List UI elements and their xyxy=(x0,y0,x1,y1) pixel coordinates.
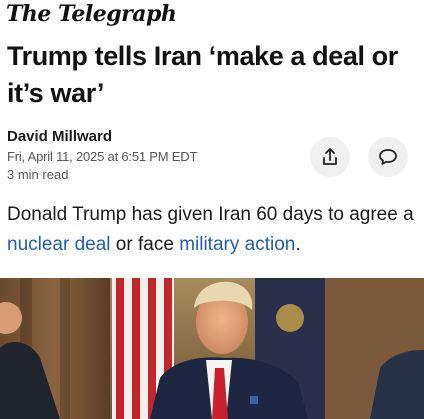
masthead-logo[interactable]: The Telegraph xyxy=(6,0,177,32)
nuclear-deal-link[interactable]: nuclear deal xyxy=(7,234,111,255)
comment-icon xyxy=(379,149,397,165)
summary-text-2: or face xyxy=(110,234,180,255)
hero-photo[interactable] xyxy=(0,278,424,419)
photo-image xyxy=(0,278,424,419)
summary-text-1: Donald Trump has given Iran 60 days to a… xyxy=(7,204,414,225)
military-action-link[interactable]: military action xyxy=(179,234,295,255)
comment-button[interactable] xyxy=(368,137,408,177)
summary-text-3: . xyxy=(295,234,301,255)
author-name[interactable]: David Millward xyxy=(7,128,112,145)
article-date: Fri, April 11, 2025 at 6:51 PM EDT xyxy=(7,149,198,164)
article-headline: Trump tells Iran ‘make a deal or it’s wa… xyxy=(7,41,398,108)
read-time: 3 min read xyxy=(7,167,69,182)
article-summary: Donald Trump has given Iran 60 days to a… xyxy=(7,200,417,260)
share-button[interactable] xyxy=(310,137,350,177)
share-icon xyxy=(323,148,337,165)
